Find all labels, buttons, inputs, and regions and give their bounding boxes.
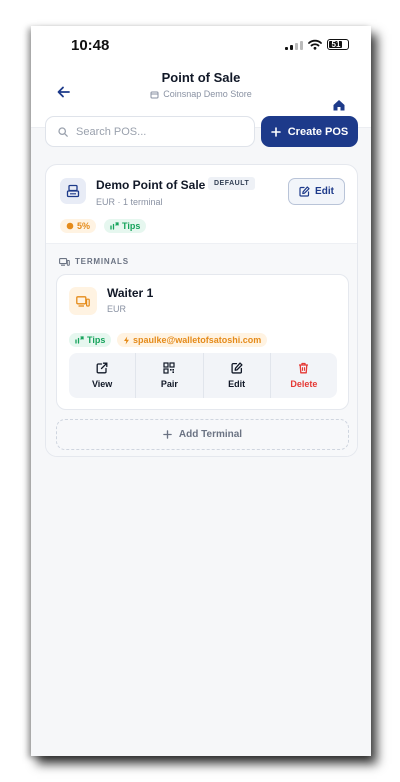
tips-label: Tips <box>122 221 141 231</box>
search-input[interactable] <box>76 125 236 138</box>
pair-label: Pair <box>160 379 178 389</box>
wifi-icon <box>308 39 322 50</box>
store-name: Coinsnap Demo Store <box>163 89 252 99</box>
add-terminal-button[interactable]: Add Terminal <box>56 419 349 450</box>
edit-icon <box>299 186 310 197</box>
home-button[interactable] <box>332 98 348 114</box>
terminal-tips-label: Tips <box>87 335 106 345</box>
phone-screen: 10:48 51 Point of Sale Coinsnap Demo Sto… <box>31 26 371 756</box>
add-terminal-label: Add Terminal <box>178 429 243 440</box>
terminals-heading-label: TERMINALS <box>75 257 129 266</box>
delete-terminal-button[interactable]: Delete <box>271 353 337 398</box>
status-bar: 10:48 51 <box>31 26 371 70</box>
plus-icon <box>163 430 172 439</box>
terminal-tips-tag: Tips <box>69 333 112 347</box>
terminal-icon <box>59 257 70 266</box>
battery-icon: 51 <box>327 39 349 50</box>
pos-name: Demo Point of Sale <box>96 178 206 192</box>
fee-tag: 5% <box>60 219 97 233</box>
terminal-device-icon <box>69 287 97 315</box>
edit-icon <box>231 362 243 374</box>
terminals-heading: TERMINALS <box>59 257 129 266</box>
pos-card: Demo Point of Sale DEFAULT EUR · 1 termi… <box>45 164 358 457</box>
edit-terminal-button[interactable]: Edit <box>204 353 271 398</box>
search-icon <box>58 126 68 137</box>
pos-meta: EUR · 1 terminal <box>96 197 163 207</box>
default-badge: DEFAULT <box>208 177 256 190</box>
view-terminal-button[interactable]: View <box>69 353 137 398</box>
qr-code-icon <box>163 362 175 374</box>
search-box[interactable] <box>45 116 255 147</box>
lightning-address-tag: spaulke@walletofsatoshi.com <box>117 333 268 347</box>
create-pos-label: Create POS <box>287 125 349 138</box>
lightning-icon <box>124 336 129 344</box>
delete-label: Delete <box>290 379 318 389</box>
plus-icon <box>270 126 281 137</box>
store-icon <box>150 91 159 98</box>
terminal-actions: View Pair Edit Delete <box>69 353 337 398</box>
percent-tag-icon <box>66 222 74 230</box>
page-title: Point of Sale <box>161 70 241 85</box>
view-label: View <box>91 379 113 389</box>
home-icon <box>333 100 345 111</box>
tips-tag: Tips <box>104 219 147 233</box>
terminals-section: TERMINALS Waiter 1 EUR Tips spaulke@wall… <box>46 243 357 456</box>
fee-value: 5% <box>77 221 91 231</box>
tips-icon <box>110 222 119 230</box>
trash-icon <box>299 362 309 374</box>
lightning-address: spaulke@walletofsatoshi.com <box>133 335 262 345</box>
pos-register-icon <box>60 178 86 204</box>
edit-pos-label: Edit <box>315 186 334 197</box>
terminal-name: Waiter 1 <box>107 286 154 300</box>
edit-pos-button[interactable]: Edit <box>288 178 345 205</box>
status-icons: 51 <box>285 39 349 50</box>
battery-level: 51 <box>331 40 341 49</box>
edit-terminal-label: Edit <box>228 379 246 389</box>
tips-icon <box>75 336 84 344</box>
signal-icon <box>285 40 303 50</box>
create-pos-button[interactable]: Create POS <box>261 116 358 147</box>
terminal-card: Waiter 1 EUR Tips spaulke@walletofsatosh… <box>56 274 349 410</box>
external-link-icon <box>96 362 108 374</box>
status-time: 10:48 <box>71 37 110 54</box>
pair-terminal-button[interactable]: Pair <box>136 353 204 398</box>
store-subtitle: Coinsnap Demo Store <box>31 89 371 99</box>
terminal-currency: EUR <box>107 304 127 314</box>
